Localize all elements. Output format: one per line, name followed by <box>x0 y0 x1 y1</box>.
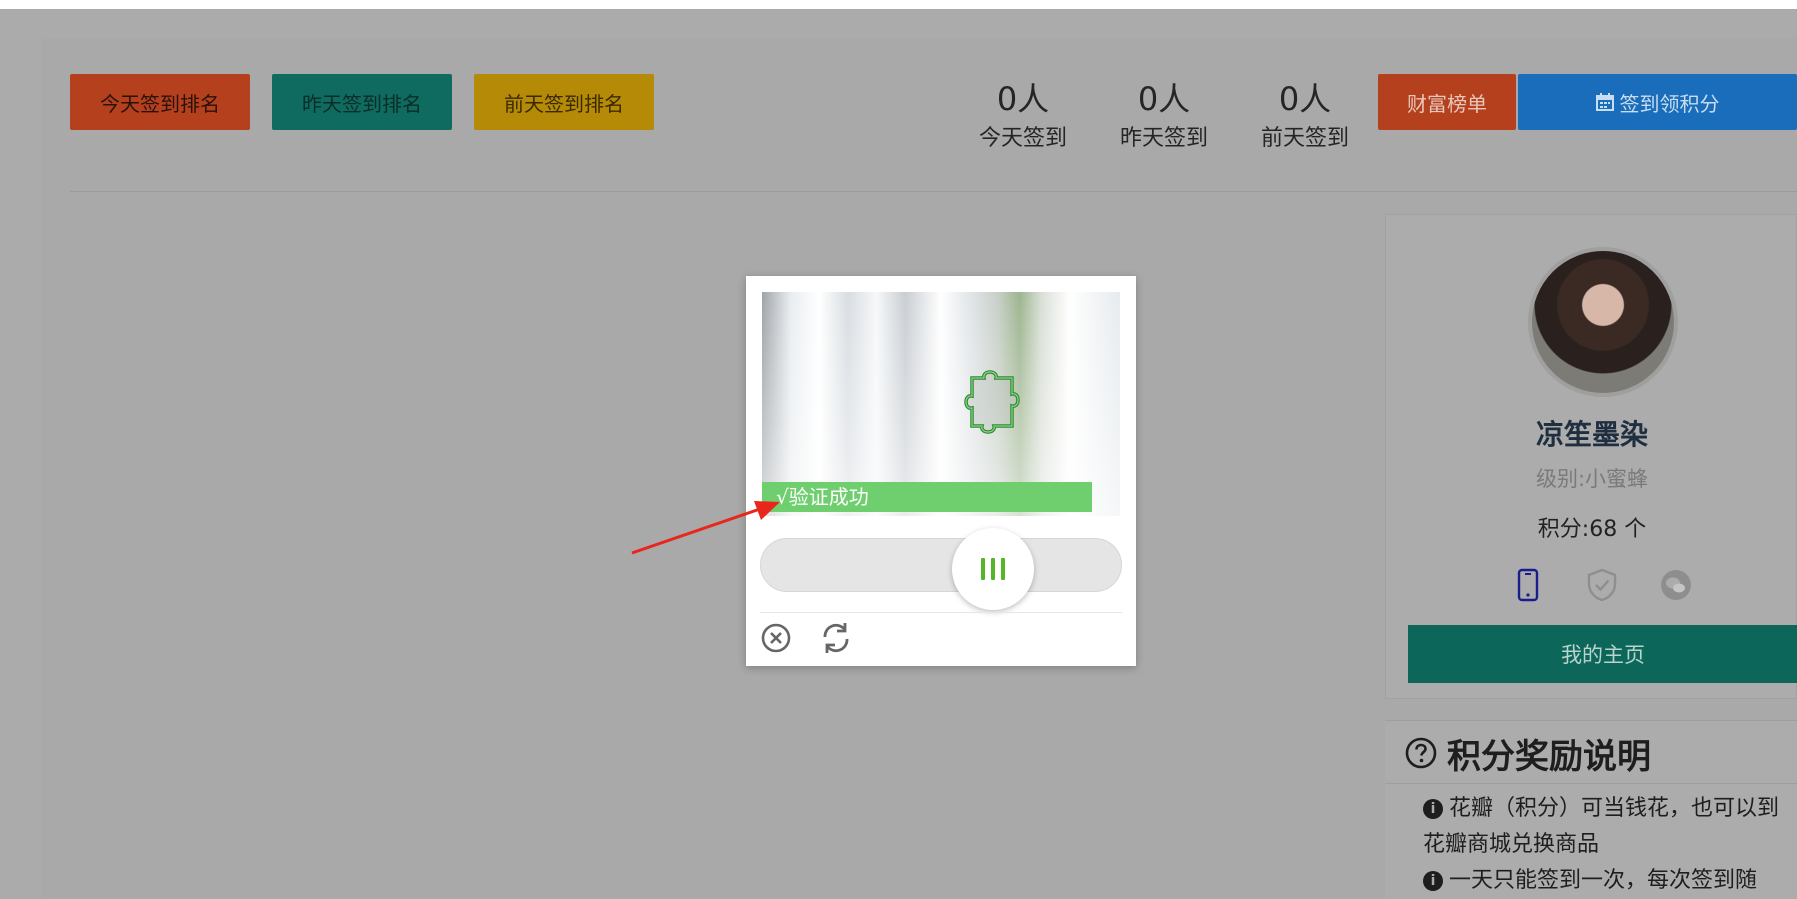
rules-title-text: 积分奖励说明 <box>1447 736 1651 777</box>
stat-day-before-label: 前天签到 <box>1260 126 1349 151</box>
captcha-image: √验证成功 <box>762 292 1120 516</box>
user-level: 级别:小蜜蜂 <box>1535 467 1649 491</box>
rule-item: i 花瓣（积分）可当钱花，也可以到花瓣商城兑换商品 <box>1423 791 1797 863</box>
user-points: 积分:68 个 <box>1537 517 1647 542</box>
stat-day-before: 0人 前天签到 <box>1245 78 1365 156</box>
day-before-rank-button[interactable]: 前天签到排名 <box>474 74 654 130</box>
header-divider <box>70 191 1797 192</box>
rules-divider <box>1385 783 1797 784</box>
stat-today-label: 今天签到 <box>978 126 1067 151</box>
yesterday-rank-button[interactable]: 昨天签到排名 <box>272 74 452 130</box>
refresh-icon[interactable] <box>818 620 854 656</box>
rules-title: 积分奖励说明 <box>1405 723 1651 783</box>
question-circle-icon <box>1405 737 1437 769</box>
info-icon: i <box>1423 799 1443 819</box>
wechat-icon[interactable] <box>1658 567 1694 603</box>
slider-track[interactable] <box>760 538 1122 592</box>
stat-today-count: 0人 <box>996 80 1050 118</box>
stat-day-before-count: 0人 <box>1278 80 1332 118</box>
stat-yesterday-label: 昨天签到 <box>1119 126 1208 151</box>
browser-top-strip <box>0 0 1797 9</box>
my-homepage-button[interactable]: 我的主页 <box>1408 625 1797 683</box>
info-icon: i <box>1423 871 1443 891</box>
sign-in-points-button[interactable]: 签到领积分 <box>1518 74 1797 130</box>
rule-text: 一天只能签到一次，每次签到随 <box>1449 868 1758 893</box>
annotation-arrow <box>631 501 780 555</box>
calendar-icon <box>1595 93 1614 111</box>
slider-captcha-dialog: √验证成功 <box>746 276 1136 666</box>
shield-icon[interactable] <box>1584 567 1620 603</box>
phone-icon[interactable] <box>1510 567 1546 603</box>
reward-rules-panel: 积分奖励说明 i 花瓣（积分）可当钱花，也可以到花瓣商城兑换商品 i 一天只能签到一… <box>1385 720 1797 898</box>
stat-today: 0人 今天签到 <box>963 78 1083 156</box>
slider-handle[interactable] <box>952 528 1034 610</box>
wealth-list-button[interactable]: 财富榜单 <box>1378 74 1516 130</box>
grip-icon <box>981 558 1005 580</box>
today-rank-button[interactable]: 今天签到排名 <box>70 74 250 130</box>
captcha-divider <box>760 612 1122 613</box>
verification-success-bar: √验证成功 <box>762 482 1092 512</box>
avatar[interactable] <box>1528 247 1678 397</box>
rule-item: i 一天只能签到一次，每次签到随 <box>1423 863 1797 899</box>
rule-text: 花瓣（积分）可当钱花，也可以到花瓣商城兑换商品 <box>1423 796 1780 857</box>
stat-yesterday-count: 0人 <box>1137 80 1191 118</box>
user-name: 凉笙墨染 <box>1535 418 1648 451</box>
profile-card: 凉笙墨染 级别:小蜜蜂 积分:68 个 我的主页 <box>1385 214 1797 699</box>
puzzle-piece-icon <box>964 370 1020 434</box>
close-circle-icon[interactable] <box>760 622 792 654</box>
sign-in-points-label: 签到领积分 <box>1619 91 1720 116</box>
stat-yesterday: 0人 昨天签到 <box>1104 78 1224 156</box>
